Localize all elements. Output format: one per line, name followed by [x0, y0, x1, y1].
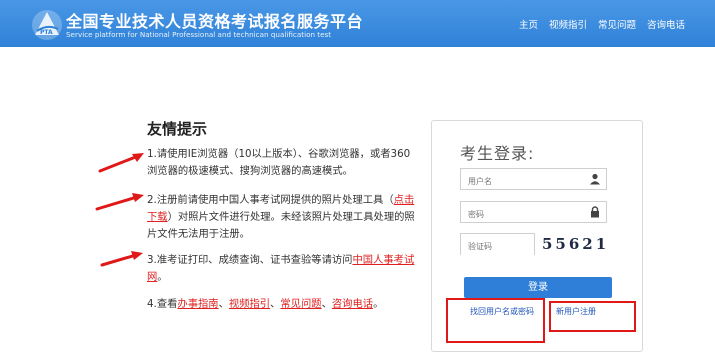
captcha-input[interactable] — [461, 236, 534, 257]
lock-icon — [591, 206, 599, 218]
username-input[interactable] — [461, 171, 578, 192]
annotation-box-register — [549, 301, 636, 332]
tip-help-text: 4.查看 — [147, 298, 178, 310]
nav-video-guide[interactable]: 视频指引 — [549, 17, 587, 31]
svg-text:PTA: PTA — [40, 29, 53, 36]
platform-subtitle: Service platform for National Profession… — [66, 30, 332, 39]
annotation-box-find-account — [446, 298, 545, 343]
tips-title: 友情提示 — [147, 120, 208, 138]
contact-link[interactable]: 咨询电话 — [332, 298, 373, 310]
video-guide-link[interactable]: 视频指引 — [229, 298, 270, 310]
tip-exam-text-a: 3.准考证打印、成绩查询、证书查验等请访问 — [147, 254, 353, 266]
separator: 、 — [218, 298, 229, 310]
nav-faq[interactable]: 常见问题 — [598, 17, 636, 31]
annotation-arrow-2 — [95, 193, 144, 211]
tip-photo-text-b: ）对照片文件进行处理。未经该照片处理工具处理的照片文件无法用于注册。 — [147, 211, 415, 240]
nav-home[interactable]: 主页 — [519, 17, 538, 31]
tip-photo-tool: 2.注册前请使用中国人事考试网提供的照片处理工具（点击下载）对照片文件进行处理。… — [147, 192, 417, 243]
faq-link[interactable]: 常见问题 — [280, 298, 321, 310]
nav-contact-phone[interactable]: 咨询电话 — [647, 17, 685, 31]
annotation-arrow-3 — [100, 251, 143, 267]
password-field[interactable] — [460, 201, 607, 225]
annotation-arrow-1 — [98, 153, 144, 173]
separator: 、 — [321, 298, 332, 310]
pta-logo: PTA — [32, 10, 62, 40]
tip-browser: 1.请使用IE浏览器（10以上版本）、谷歌浏览器，或者360浏览器的极速模式、搜… — [147, 146, 417, 180]
top-nav: 主页 视频指引 常见问题 咨询电话 — [519, 17, 685, 31]
tip-browser-text: 1.请使用IE浏览器（10以上版本）、谷歌浏览器，或者360浏览器的极速模式、搜… — [147, 148, 411, 177]
captcha-image[interactable]: 55621 — [542, 231, 612, 257]
password-input[interactable] — [461, 204, 578, 225]
header-bar: PTA 全国专业技术人员资格考试报名服务平台 Service platform … — [0, 0, 715, 47]
tip-exam-text-b: 。 — [157, 271, 168, 283]
login-button[interactable]: 登录 — [464, 277, 612, 298]
tip-exam-site: 3.准考证打印、成绩查询、证书查验等请访问中国人事考试网。 — [147, 252, 417, 286]
platform-title: 全国专业技术人员资格考试报名服务平台 — [66, 12, 364, 31]
guide-link[interactable]: 办事指南 — [177, 298, 218, 310]
tip-photo-text-a: 2.注册前请使用中国人事考试网提供的照片处理工具（ — [147, 194, 394, 206]
tip-help-links: 4.查看办事指南、视频指引、常见问题、咨询电话。 — [147, 296, 417, 313]
login-title: 考生登录: — [460, 144, 535, 163]
separator: 、 — [270, 298, 281, 310]
username-field[interactable] — [460, 168, 607, 192]
captcha-field[interactable] — [460, 233, 535, 257]
user-icon — [590, 173, 600, 185]
period: 。 — [373, 298, 384, 310]
